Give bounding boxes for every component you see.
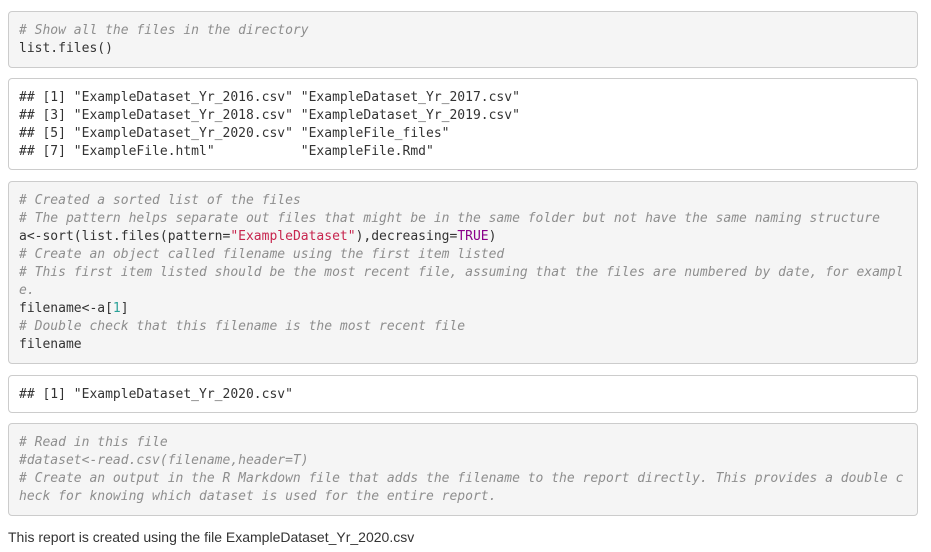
code-line: a<-sort(list.files(pattern="ExampleDatas… [19,228,907,246]
code-token: a<-sort(list.files(pattern= [19,229,231,244]
code-comment: # This first item listed should be the m… [19,265,904,280]
report-text: This report is created using the file Ex… [8,529,415,545]
code-comment-wrap: heck for knowing which dataset is used f… [19,489,497,504]
code-comment: # The pattern helps separate out files t… [19,211,880,226]
output-line: ## [5] "ExampleDataset_Yr_2020.csv" "Exa… [19,126,450,141]
keyword-literal: TRUE [457,229,489,244]
code-token: ),decreasing= [355,229,458,244]
code-comment: #dataset<-read.csv(filename,header=T) [19,453,309,468]
output-chunk-file-list: ## [1] "ExampleDataset_Yr_2016.csv" "Exa… [8,78,918,170]
code-line: list.files() [19,41,113,56]
code-chunk-read-file: # Read in this file #dataset<-read.csv(f… [8,423,918,516]
code-token: filename<-a[ [19,301,113,316]
code-chunk-sort-files: # Created a sorted list of the files # T… [8,181,918,364]
output-line: ## [1] "ExampleDataset_Yr_2020.csv" [19,387,293,402]
output-line: ## [7] "ExampleFile.html" "ExampleFile.R… [19,144,434,159]
code-comment-wrap: e. [19,283,35,298]
number-literal: 1 [112,301,121,316]
code-line: filename<-a[1] [19,300,907,318]
output-line: ## [1] "ExampleDataset_Yr_2016.csv" "Exa… [19,90,520,105]
output-chunk-filename: ## [1] "ExampleDataset_Yr_2020.csv" [8,375,918,413]
string-literal: "ExampleDataset" [230,229,356,244]
code-comment: # Show all the files in the directory [19,23,309,38]
output-line: ## [3] "ExampleDataset_Yr_2018.csv" "Exa… [19,108,520,123]
code-comment: # Read in this file [19,435,168,450]
code-comment: # Create an object called filename using… [19,247,505,262]
code-token: ] [120,301,129,316]
code-comment: # Created a sorted list of the files [19,193,301,208]
code-comment: # Create an output in the R Markdown fil… [19,471,904,486]
code-comment: # Double check that this filename is the… [19,319,466,334]
code-chunk-list-files: # Show all the files in the directory li… [8,11,918,68]
code-token: ) [488,229,497,244]
code-line: filename [19,337,82,352]
